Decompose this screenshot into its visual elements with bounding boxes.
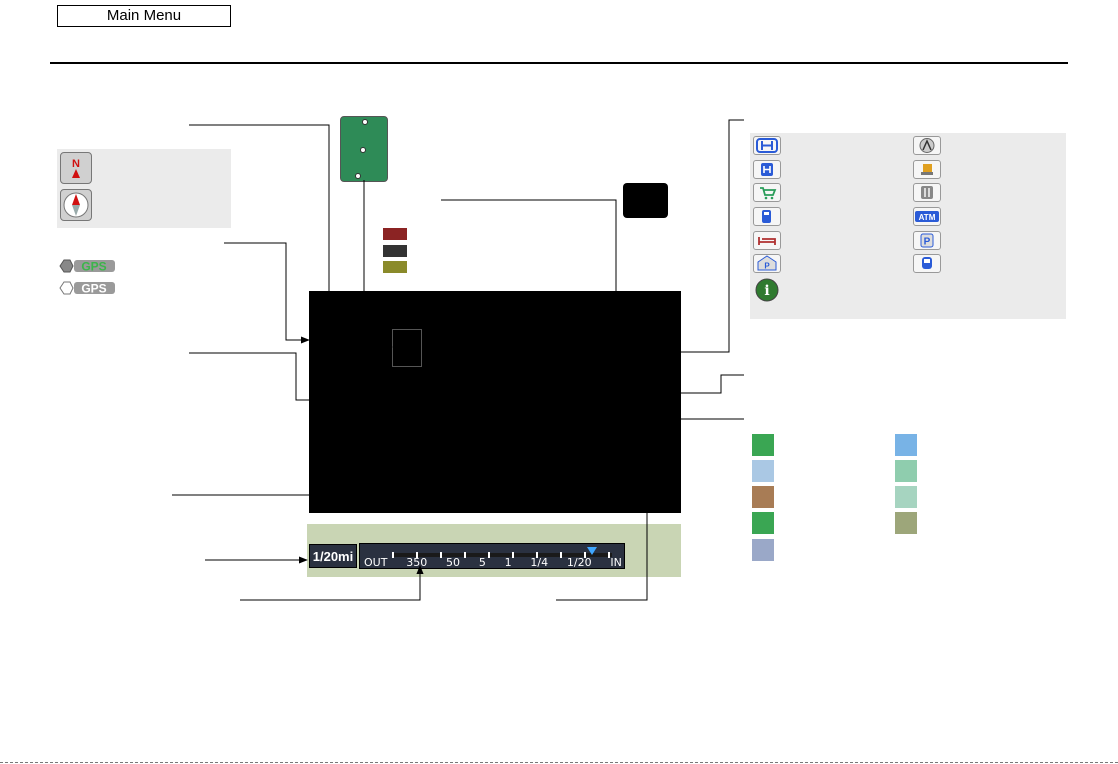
- scale-label: 1: [504, 556, 512, 569]
- display-box: [623, 183, 668, 218]
- scale-label-in: IN: [610, 556, 622, 569]
- scale-label: 1/20: [566, 556, 592, 569]
- gps-label: GPS: [81, 260, 106, 274]
- area-color-swatch: [752, 434, 774, 456]
- atm-label: ATM: [919, 213, 936, 222]
- scale-pointer-icon: [587, 547, 597, 555]
- heading-up-icon: [60, 189, 92, 221]
- main-menu-button[interactable]: Main Menu: [57, 5, 231, 27]
- scale-label: 50: [446, 556, 461, 569]
- compass-legend: N: [57, 149, 231, 228]
- gas-station-icon: [753, 207, 781, 226]
- area-color-swatch: [752, 539, 774, 561]
- area-color-swatch: [752, 486, 774, 508]
- gps-label: GPS: [81, 282, 106, 296]
- scale-label: 1/4: [530, 556, 549, 569]
- map-screen: [309, 291, 681, 513]
- scale-label: 350: [406, 556, 428, 569]
- traffic-olive-swatch: [383, 261, 407, 273]
- scale-slider[interactable]: OUT 350 50 5 1 1/4 1/20 IN: [359, 543, 625, 569]
- train-station-icon: [913, 254, 941, 273]
- area-color-swatch: [752, 512, 774, 534]
- parking-lot-icon: P: [913, 231, 941, 250]
- traffic-red-swatch: [383, 228, 407, 240]
- scale-label-out: OUT: [364, 556, 388, 569]
- gps-icon: GPS: [57, 280, 117, 296]
- scale-labels: OUT 350 50 5 1 1/4 1/20 IN: [364, 556, 622, 569]
- map-scale-bar: 1/20mi OUT 350 50 5 1 1/4 1/20 IN: [307, 524, 681, 577]
- area-color-swatch: [895, 512, 917, 534]
- area-color-swatch: [895, 434, 917, 456]
- shopping-icon: [753, 183, 781, 202]
- honda-dealer-icon: [753, 136, 781, 155]
- header-divider: [50, 62, 1068, 64]
- traffic-dark-swatch: [383, 245, 407, 257]
- area-color-swatch: [895, 486, 917, 508]
- scale-readout[interactable]: 1/20mi: [309, 544, 357, 568]
- landmark-icon-legend: ATM P P i: [750, 133, 1066, 319]
- parking-garage-icon: P: [753, 254, 781, 273]
- atm-icon: ATM: [913, 207, 941, 226]
- gps-icon: GPS: [57, 258, 117, 274]
- acura-dealer-icon: [913, 136, 941, 155]
- page-bottom-rule: [0, 762, 1118, 763]
- restaurant-icon: [913, 183, 941, 202]
- hospital-icon: [753, 160, 781, 179]
- school-icon: [913, 160, 941, 179]
- map-thumbnail: [340, 116, 388, 182]
- scale-label: 5: [478, 556, 486, 569]
- svg-text:P: P: [924, 237, 931, 248]
- area-color-swatch: [895, 460, 917, 482]
- area-color-swatch: [752, 460, 774, 482]
- north-up-icon: N: [60, 152, 92, 184]
- svg-text:i: i: [764, 283, 769, 299]
- lodging-icon: [753, 231, 781, 250]
- map-marker-box: [392, 329, 422, 367]
- svg-text:N: N: [72, 158, 80, 170]
- information-icon: i: [753, 278, 781, 302]
- svg-text:P: P: [764, 262, 770, 271]
